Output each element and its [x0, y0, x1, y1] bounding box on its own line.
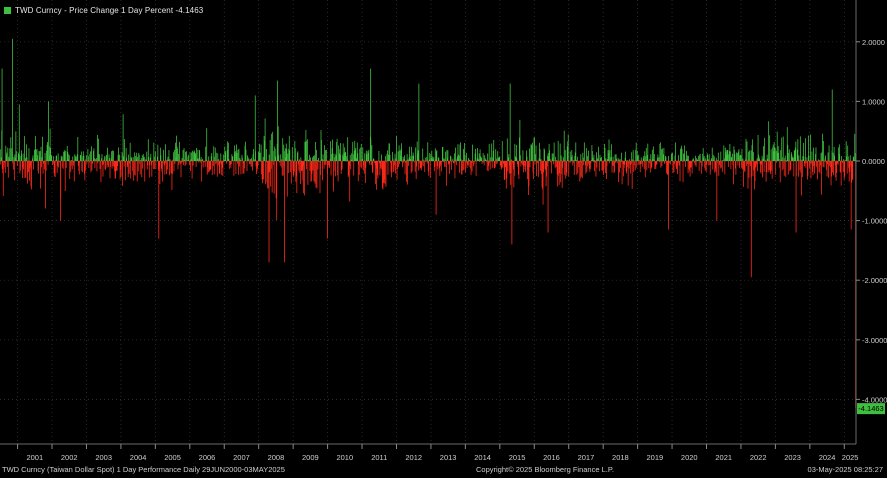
x-axis: 2001 2002 2003 2004 2005 2006 2007 2008 2009 2010…	[17, 444, 859, 462]
x-tick-label: 2021	[715, 453, 732, 462]
x-tick-label: 2019	[646, 453, 663, 462]
y-tick-label: 2.0000	[862, 38, 885, 47]
x-tick-label: 2003	[95, 453, 112, 462]
last-value-label: -4.1463	[858, 404, 883, 413]
x-tick-label: 2009	[302, 453, 319, 462]
x-tick-label: 2013	[440, 453, 457, 462]
footer-timestamp: 03-May-2025 08:25:27	[807, 465, 883, 474]
x-tick-label: 2008	[268, 453, 285, 462]
x-tick-label: 2022	[750, 453, 767, 462]
footer-description: TWD Curncy (Taiwan Dollar Spot) 1 Day Pe…	[2, 465, 285, 474]
x-tick-label: 2016	[543, 453, 560, 462]
y-tick-label: 0.0000	[862, 157, 885, 166]
x-tick-label: 2006	[199, 453, 216, 462]
x-tick-label: 2025	[842, 453, 859, 462]
x-tick-label: 2023	[784, 453, 801, 462]
y-axis: 2.0000 1.0000 0.0000 -1.0000 -2.0000 -3.0000 -…	[856, 38, 887, 404]
x-tick-label: 2010	[336, 453, 353, 462]
x-tick-label: 2007	[233, 453, 250, 462]
y-tick-label: -2.0000	[862, 276, 887, 285]
grid-lines	[0, 0, 856, 444]
x-tick-label: 2024	[819, 453, 836, 462]
legend: TWD Curncy - Price Change 1 Day Percent …	[4, 6, 203, 15]
y-tick-label: 1.0000	[862, 97, 885, 106]
footer-copyright: Copyright© 2025 Bloomberg Finance L.P.	[476, 465, 614, 474]
x-tick-label: 2005	[164, 453, 181, 462]
x-tick-label: 2012	[405, 453, 422, 462]
legend-label: TWD Curncy - Price Change 1 Day Percent …	[15, 6, 204, 15]
x-tick-label: 2001	[26, 453, 43, 462]
x-tick-label: 2014	[474, 453, 491, 462]
x-tick-label: 2004	[130, 453, 147, 462]
legend-swatch	[4, 7, 11, 14]
y-tick-label: -1.0000	[862, 217, 887, 226]
x-tick-label: 2015	[509, 453, 526, 462]
x-tick-label: 2017	[578, 453, 595, 462]
bar-series	[0, 38, 857, 409]
last-value-badge-group: -4.1463	[857, 403, 885, 415]
x-tick-label: 2011	[371, 453, 387, 462]
x-tick-label: 2002	[61, 453, 78, 462]
x-tick-label: 2018	[612, 453, 629, 462]
x-tick-label: 2020	[681, 453, 698, 462]
price-change-chart: 2.0000 1.0000 0.0000 -1.0000 -2.0000 -3.0000 -…	[0, 0, 887, 462]
y-tick-label: -4.0000	[862, 395, 887, 404]
y-tick-label: -3.0000	[862, 336, 887, 345]
